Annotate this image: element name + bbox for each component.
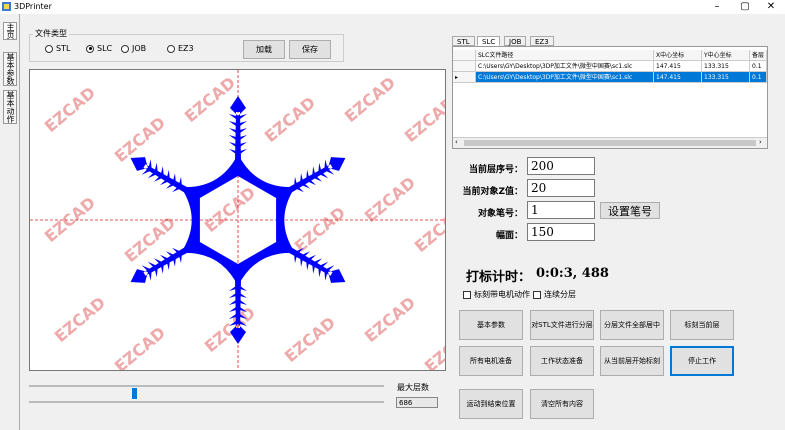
current-layer-label: 当前层序号： xyxy=(468,165,523,175)
side-tab-home[interactable]: 主页 xyxy=(3,22,17,40)
max-layers-field[interactable]: 686 xyxy=(396,397,438,408)
radio-ez3-label: EZ3 xyxy=(178,44,194,53)
mark-current-layer-button[interactable]: 标刻当前层 xyxy=(670,310,734,340)
slc-file-grid[interactable]: SLC文件路径 X中心坐标 Y中心坐标 备层 C:\Users\GY\Deskt… xyxy=(452,46,768,149)
slider-track-upper[interactable] xyxy=(29,385,384,387)
load-button[interactable]: 加载 xyxy=(243,40,285,59)
minimize-button[interactable]: – xyxy=(703,0,731,14)
all-motors-ready-button[interactable]: 所有电机准备 xyxy=(459,346,523,376)
pen-number-field[interactable]: 1 xyxy=(527,201,595,219)
shape-preview xyxy=(30,70,445,370)
side-tab-basic-params[interactable]: 基本参数 xyxy=(3,52,17,86)
title-bar: 3DPrinter – ▢ ✕ xyxy=(0,0,785,14)
scroll-right-icon[interactable]: › xyxy=(759,138,762,146)
checkbox-box xyxy=(463,290,471,299)
current-layer-field[interactable]: 200 xyxy=(527,157,595,175)
tab-slc[interactable]: SLC xyxy=(477,36,501,46)
tab-stl[interactable]: STL xyxy=(452,36,475,46)
side-tab-bar: 主页 基本参数 基本动作 xyxy=(0,14,20,430)
timer-value: 0:0:3, 488 xyxy=(536,266,609,281)
clear-all-button[interactable]: 清空所有内容 xyxy=(530,389,594,419)
set-pen-button[interactable]: 设置笔号 xyxy=(600,202,660,219)
side-tab-basic-actions[interactable]: 基本动作 xyxy=(3,90,17,124)
snowflake-arm xyxy=(288,157,346,193)
basic-params-button[interactable]: 基本参数 xyxy=(459,310,523,340)
checkbox-box xyxy=(533,290,541,299)
row-header-selected[interactable]: ▸ xyxy=(453,72,476,83)
work-state-ready-button[interactable]: 工作状态准备 xyxy=(530,346,594,376)
column-header-path[interactable]: SLC文件路径 xyxy=(476,50,654,61)
snowflake-arm xyxy=(288,247,346,283)
move-to-end-button[interactable]: 运动到结束位置 xyxy=(459,389,523,419)
width-label: 幅面： xyxy=(495,231,523,241)
slider-track-lower[interactable] xyxy=(29,401,384,403)
app-icon xyxy=(2,2,11,11)
snowflake-arm xyxy=(130,247,188,283)
window-title: 3DPrinter xyxy=(14,2,52,11)
center-layers-button[interactable]: 分层文件全部居中 xyxy=(600,310,664,340)
radio-slc-label: SLC xyxy=(97,44,113,53)
table-cell-layer-selected[interactable]: 0.1 xyxy=(750,72,767,83)
radio-indicator xyxy=(167,44,175,53)
column-header-layer[interactable]: 备层 xyxy=(750,50,767,61)
object-z-label: 当前对象Z值： xyxy=(462,187,523,197)
table-cell-x[interactable]: 147.415 xyxy=(654,61,702,72)
motor-action-checkbox-label: 标刻带电机动作 xyxy=(474,290,530,299)
file-type-label: 文件类型 xyxy=(33,28,69,39)
snowflake-arm xyxy=(229,96,247,160)
tab-ez3[interactable]: EZ3 xyxy=(530,36,554,46)
table-cell-x-selected[interactable]: 147.415 xyxy=(654,72,702,83)
table-cell-path-selected[interactable]: C:\Users\GY\Desktop\3DP加工文件\微型中国赛\sc1.sl… xyxy=(476,72,654,83)
radio-ez3[interactable]: EZ3 xyxy=(167,44,194,53)
column-header-x[interactable]: X中心坐标 xyxy=(654,50,702,61)
scrollbar-thumb[interactable] xyxy=(464,140,756,146)
radio-job-label: JOB xyxy=(132,44,147,53)
radio-stl-label: STL xyxy=(56,44,71,53)
maximize-button[interactable]: ▢ xyxy=(731,0,759,14)
tab-job[interactable]: JOB xyxy=(504,36,527,46)
column-header-y[interactable]: Y中心坐标 xyxy=(702,50,750,61)
width-field[interactable]: 150 xyxy=(527,223,595,241)
continuous-layer-checkbox-label: 连续分层 xyxy=(544,290,576,299)
scroll-left-icon[interactable]: ‹ xyxy=(455,138,458,146)
save-button[interactable]: 保存 xyxy=(289,40,331,59)
continuous-layer-checkbox[interactable]: 连续分层 xyxy=(533,289,576,300)
object-z-field[interactable]: 20 xyxy=(527,179,595,197)
stop-work-button[interactable]: 停止工作 xyxy=(670,346,734,376)
radio-stl[interactable]: STL xyxy=(45,44,70,53)
radio-indicator xyxy=(86,44,94,53)
drawing-canvas[interactable]: EZCAD EZCAD EZCAD EZCAD EZCAD EZCAD EZCAD EZCAD… xyxy=(29,69,446,371)
snowflake-arm xyxy=(229,280,247,344)
table-cell-layer[interactable]: 0.1 xyxy=(750,61,767,72)
radio-indicator xyxy=(121,44,129,53)
horizontal-scrollbar[interactable]: ‹ › xyxy=(453,137,767,148)
snowflake-arm xyxy=(130,157,188,193)
radio-slc[interactable]: SLC xyxy=(86,44,112,53)
timer-label: 打标计时： xyxy=(466,270,532,285)
radio-job[interactable]: JOB xyxy=(121,44,146,53)
table-cell-y[interactable]: 133.315 xyxy=(702,61,750,72)
table-cell-y-selected[interactable]: 133.315 xyxy=(702,72,750,83)
max-layers-label: 最大层数 xyxy=(397,383,429,392)
table-cell-path[interactable]: C:\Users\GY\Desktop\3DP加工文件\微型中国赛\sc1.sl… xyxy=(476,61,654,72)
layer-slider-thumb[interactable] xyxy=(131,388,137,399)
close-button[interactable]: ✕ xyxy=(757,0,785,14)
mark-from-current-layer-button[interactable]: 从当前层开始标刻 xyxy=(600,346,664,376)
row-header[interactable] xyxy=(453,61,476,72)
radio-indicator xyxy=(45,44,53,53)
grid-corner xyxy=(453,50,476,61)
slice-stl-button[interactable]: 对STL文件进行分层 xyxy=(530,310,594,340)
pen-number-label: 对象笔号： xyxy=(477,209,523,219)
motor-action-checkbox[interactable]: 标刻带电机动作 xyxy=(463,289,530,300)
